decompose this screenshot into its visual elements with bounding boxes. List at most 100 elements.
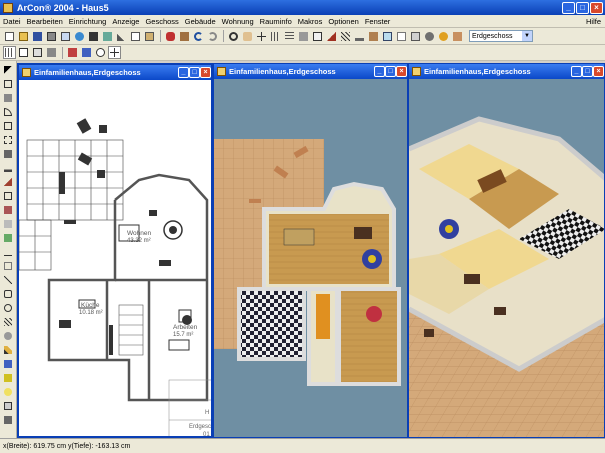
top-view-window[interactable]: Einfamilienhaus,Erdgeschoss _ □ × xyxy=(213,63,408,438)
menu-datei[interactable]: Datei xyxy=(0,17,24,26)
chimney-icon[interactable] xyxy=(2,204,14,216)
top-view-canvas[interactable] xyxy=(214,79,407,437)
image-icon[interactable] xyxy=(101,30,114,43)
menu-rauminfo[interactable]: Rauminfo xyxy=(257,17,295,26)
window-tool-icon[interactable] xyxy=(2,120,14,132)
light-icon[interactable] xyxy=(2,386,14,398)
camera-icon[interactable] xyxy=(87,30,100,43)
menu-anzeige[interactable]: Anzeige xyxy=(109,17,142,26)
top-maximize-button[interactable]: □ xyxy=(385,66,396,77)
globe-icon[interactable] xyxy=(73,30,86,43)
menu-geschoss[interactable]: Geschoss xyxy=(142,17,181,26)
roof-tool-icon[interactable] xyxy=(2,176,14,188)
wall-icon[interactable] xyxy=(297,30,310,43)
top-view-titlebar[interactable]: Einfamilienhaus,Erdgeschoss _ □ × xyxy=(214,64,407,79)
new-file-icon[interactable] xyxy=(3,30,16,43)
iso-view-titlebar[interactable]: Einfamilienhaus,Erdgeschoss _ □ × xyxy=(409,64,604,79)
layer-up-icon[interactable] xyxy=(66,46,79,59)
car-icon[interactable] xyxy=(164,30,177,43)
hand-icon[interactable] xyxy=(241,30,254,43)
plan-view-titlebar[interactable]: Einfamilienhaus,Erdgeschoss _ □ × xyxy=(19,65,211,80)
color-picker-icon[interactable] xyxy=(2,372,14,384)
minimize-button[interactable]: _ xyxy=(562,1,575,14)
text-tool-icon[interactable] xyxy=(2,260,14,272)
pencil-icon[interactable] xyxy=(2,344,14,356)
top-minimize-button[interactable]: _ xyxy=(374,66,385,77)
tools-icon[interactable] xyxy=(423,30,436,43)
slab-icon[interactable] xyxy=(2,218,14,230)
select-arrow-icon[interactable] xyxy=(2,64,14,76)
redo-icon[interactable] xyxy=(206,30,219,43)
menu-wohnung[interactable]: Wohnung xyxy=(219,17,257,26)
text-icon[interactable] xyxy=(395,30,408,43)
menu-makros[interactable]: Makros xyxy=(295,17,326,26)
preview-icon[interactable] xyxy=(59,30,72,43)
furniture-icon[interactable] xyxy=(178,30,191,43)
mode-construction-icon[interactable] xyxy=(31,46,44,59)
mode-plan-icon[interactable] xyxy=(17,46,30,59)
plan-minimize-button[interactable]: _ xyxy=(178,67,189,78)
plan-canvas[interactable]: Wohnen 43.32 m² Küche 10.18 m² Arbeiten … xyxy=(19,80,211,436)
plan-close-button[interactable]: × xyxy=(200,67,211,78)
floor-icon[interactable] xyxy=(451,30,464,43)
hatch-icon[interactable] xyxy=(339,30,352,43)
dimension-tool-icon[interactable] xyxy=(2,246,14,258)
mode-design-icon[interactable] xyxy=(3,46,16,59)
wizard-icon[interactable] xyxy=(437,30,450,43)
plan-maximize-button[interactable]: □ xyxy=(189,67,200,78)
printer-tool-icon[interactable] xyxy=(2,414,14,426)
stair-tool-icon[interactable] xyxy=(2,162,14,174)
menu-bearbeiten[interactable]: Bearbeiten xyxy=(24,17,66,26)
symbol-icon[interactable] xyxy=(2,330,14,342)
save-icon[interactable] xyxy=(31,30,44,43)
line-tool-icon[interactable] xyxy=(2,274,14,286)
roof-icon[interactable] xyxy=(325,30,338,43)
menu-hilfe[interactable]: Hilfe xyxy=(586,17,605,26)
crosshair-icon[interactable] xyxy=(255,30,268,43)
print-icon[interactable] xyxy=(45,30,58,43)
maximize-button[interactable]: □ xyxy=(576,1,589,14)
column-icon[interactable] xyxy=(2,148,14,160)
menu-fenster[interactable]: Fenster xyxy=(362,17,393,26)
polygon-icon[interactable] xyxy=(2,288,14,300)
mode-3d-icon[interactable] xyxy=(45,46,58,59)
plan-view-window[interactable]: Einfamilienhaus,Erdgeschoss _ □ × Wohnen… xyxy=(17,63,213,438)
wall-tool-icon[interactable] xyxy=(2,92,14,104)
iso-view-window[interactable]: Einfamilienhaus,Erdgeschoss _ □ × xyxy=(408,63,605,438)
floor-select[interactable]: Erdgeschoss ▼ xyxy=(469,30,533,42)
lines-icon[interactable] xyxy=(283,30,296,43)
menu-gebaeude[interactable]: Gebäude xyxy=(182,17,219,26)
hatch-tool-icon[interactable] xyxy=(2,316,14,328)
window-icon[interactable] xyxy=(381,30,394,43)
move-icon[interactable] xyxy=(108,46,121,59)
grid-icon[interactable] xyxy=(269,30,282,43)
ruler-icon[interactable] xyxy=(2,400,14,412)
iso-view-canvas[interactable] xyxy=(409,79,604,437)
top-close-button[interactable]: × xyxy=(396,66,407,77)
dimension-icon[interactable] xyxy=(311,30,324,43)
iso-maximize-button[interactable]: □ xyxy=(582,66,593,77)
menu-optionen[interactable]: Optionen xyxy=(325,17,361,26)
iso-minimize-button[interactable]: _ xyxy=(571,66,582,77)
opening-icon[interactable] xyxy=(2,134,14,146)
room-icon[interactable] xyxy=(2,78,14,90)
open-folder-icon[interactable] xyxy=(17,30,30,43)
paste-icon[interactable] xyxy=(143,30,156,43)
menu-einrichtung[interactable]: Einrichtung xyxy=(66,17,110,26)
measure-icon[interactable] xyxy=(409,30,422,43)
chevron-down-icon[interactable]: ▼ xyxy=(522,31,532,41)
door-tool-icon[interactable] xyxy=(2,106,14,118)
fill-bucket-icon[interactable] xyxy=(2,358,14,370)
door-icon[interactable] xyxy=(367,30,380,43)
close-button[interactable]: × xyxy=(590,1,603,14)
undo-icon[interactable] xyxy=(192,30,205,43)
layer-down-icon[interactable] xyxy=(80,46,93,59)
circle-icon[interactable] xyxy=(2,302,14,314)
iso-close-button[interactable]: × xyxy=(593,66,604,77)
stairs-icon[interactable] xyxy=(353,30,366,43)
scissors-icon[interactable] xyxy=(115,30,128,43)
copy-icon[interactable] xyxy=(129,30,142,43)
terrain-icon[interactable] xyxy=(2,232,14,244)
view-icon[interactable] xyxy=(94,46,107,59)
dormer-icon[interactable] xyxy=(2,190,14,202)
